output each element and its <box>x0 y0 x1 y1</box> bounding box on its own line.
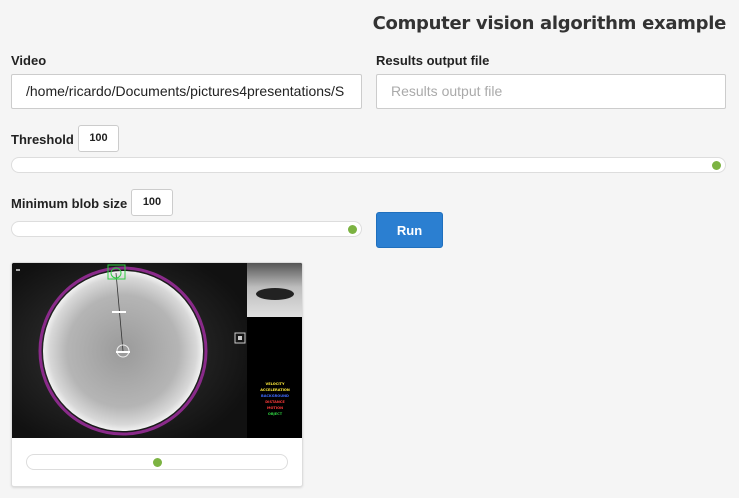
overlay-line: ACCELERATION <box>260 388 290 392</box>
video-seek-slider[interactable] <box>26 454 288 470</box>
overlay-line: DISTANCE <box>265 400 285 404</box>
results-output-input[interactable]: Results output file <box>376 74 726 109</box>
run-button[interactable]: Run <box>376 212 443 248</box>
overlay-line: OBJECT <box>268 412 283 416</box>
threshold-slider-thumb[interactable] <box>712 161 721 170</box>
video-player: VELOCITY ACCELERATION BACKGROUND DISTANCE MO… <box>11 262 303 487</box>
overlay-line: VELOCITY <box>266 382 285 386</box>
threshold-slider[interactable] <box>11 157 726 173</box>
min-blob-value-input[interactable]: 100 <box>131 189 173 216</box>
results-label: Results output file <box>376 53 490 68</box>
video-label: Video <box>11 53 47 68</box>
min-blob-slider[interactable] <box>11 221 362 237</box>
min-blob-label: Minimum blob size <box>11 196 128 211</box>
page-title: Computer vision algorithm example <box>372 13 727 34</box>
video-seek-thumb[interactable] <box>152 458 162 467</box>
threshold-label: Threshold <box>11 132 74 147</box>
overlay-line: BACKGROUND <box>261 394 289 398</box>
overlay-line: MOTION <box>267 406 283 410</box>
video-path-input[interactable]: /home/ricardo/Documents/pictures4present… <box>11 74 362 109</box>
threshold-value-input[interactable]: 100 <box>78 125 119 152</box>
video-frame-image: VELOCITY ACCELERATION BACKGROUND DISTANCE MO… <box>12 263 302 438</box>
video-frame: VELOCITY ACCELERATION BACKGROUND DISTANCE MO… <box>12 263 302 438</box>
min-blob-slider-thumb[interactable] <box>348 225 357 234</box>
